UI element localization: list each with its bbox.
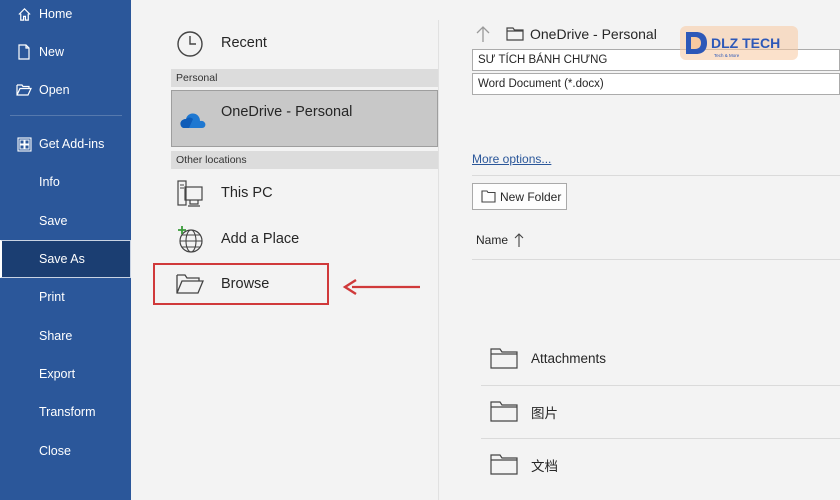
nav-save[interactable]: Save [0, 202, 131, 240]
up-arrow-icon[interactable] [476, 25, 492, 43]
file-name: 图片 [531, 405, 558, 421]
folder-icon [490, 400, 518, 422]
location-this-pc-label: This PC [221, 185, 273, 201]
location-onedrive-label: OneDrive - Personal [221, 104, 353, 120]
add-ins-grid-icon [16, 136, 32, 152]
divider [472, 259, 840, 260]
nav-export-label: Export [39, 367, 76, 381]
location-add-a-place-label: Add a Place [221, 231, 300, 247]
sort-ascending-icon [514, 232, 524, 248]
nav-print-label: Print [39, 290, 65, 304]
new-folder-label: New Folder [500, 190, 562, 204]
section-header-personal: Personal [171, 69, 438, 87]
folder-icon [506, 27, 524, 41]
nav-close-label: Close [39, 444, 71, 458]
location-recent[interactable]: Recent [171, 28, 438, 60]
cloud-icon [177, 108, 207, 130]
backstage-nav: Home New Open Get Add-ins Info Save Save… [0, 0, 131, 500]
path-bar: OneDrive - Personal [476, 25, 657, 43]
nav-share-label: Share [39, 329, 73, 343]
nav-info[interactable]: Info [0, 163, 131, 201]
file-row[interactable]: 文档 [481, 438, 840, 491]
nav-save-as[interactable]: Save As [0, 240, 131, 278]
computer-icon [175, 179, 205, 209]
nav-get-add-ins-label: Get Add-ins [39, 137, 105, 151]
nav-transform[interactable]: Transform [0, 393, 131, 431]
nav-save-label: Save [39, 214, 68, 228]
nav-open-label: Open [39, 83, 70, 97]
nav-home[interactable]: Home [0, 0, 131, 33]
name-column-label: Name [476, 233, 509, 247]
nav-print[interactable]: Print [0, 278, 131, 316]
open-folder-icon [16, 82, 32, 98]
new-document-icon [16, 44, 32, 60]
filetype-select[interactable]: Word Document (*.docx) [472, 73, 840, 95]
nav-export[interactable]: Export [0, 355, 131, 393]
section-header-other-locations: Other locations [171, 151, 438, 169]
folder-icon [490, 453, 518, 475]
file-name: 文档 [531, 458, 558, 474]
dlz-tech-logo: DLZ TECH Tech & More [680, 24, 798, 62]
location-onedrive[interactable]: OneDrive - Personal [171, 90, 438, 147]
nav-save-as-label: Save As [39, 252, 85, 266]
file-name: Attachments [531, 351, 607, 366]
nav-info-label: Info [39, 175, 60, 189]
nav-new[interactable]: New [0, 33, 131, 71]
nav-divider [10, 115, 122, 116]
nav-share[interactable]: Share [0, 317, 131, 355]
arrow-left-icon [342, 277, 422, 297]
nav-new-label: New [39, 45, 65, 59]
name-column-header[interactable]: Name [476, 232, 524, 248]
home-icon [16, 6, 32, 22]
nav-open[interactable]: Open [0, 71, 131, 109]
globe-plus-icon [175, 224, 205, 254]
folder-icon [490, 347, 518, 369]
logo-text: DLZ TECH [711, 35, 780, 51]
location-recent-label: Recent [221, 35, 267, 51]
logo-tagline: Tech & More [714, 53, 740, 58]
browse-highlight-box [153, 263, 329, 305]
clock-icon [175, 29, 205, 59]
new-folder-button[interactable]: New Folder [472, 183, 567, 210]
file-row[interactable]: 图片 [481, 385, 840, 438]
current-path-label[interactable]: OneDrive - Personal [530, 26, 657, 42]
nav-transform-label: Transform [39, 405, 96, 419]
folder-icon [481, 190, 496, 203]
nav-home-label: Home [39, 7, 73, 21]
divider [472, 175, 840, 176]
location-this-pc[interactable]: This PC [171, 176, 438, 212]
location-add-a-place[interactable]: Add a Place [171, 220, 438, 258]
nav-close[interactable]: Close [0, 432, 131, 470]
nav-get-add-ins[interactable]: Get Add-ins [0, 125, 131, 163]
more-options-link[interactable]: More options... [472, 152, 551, 166]
file-row[interactable]: Attachments [481, 332, 840, 385]
